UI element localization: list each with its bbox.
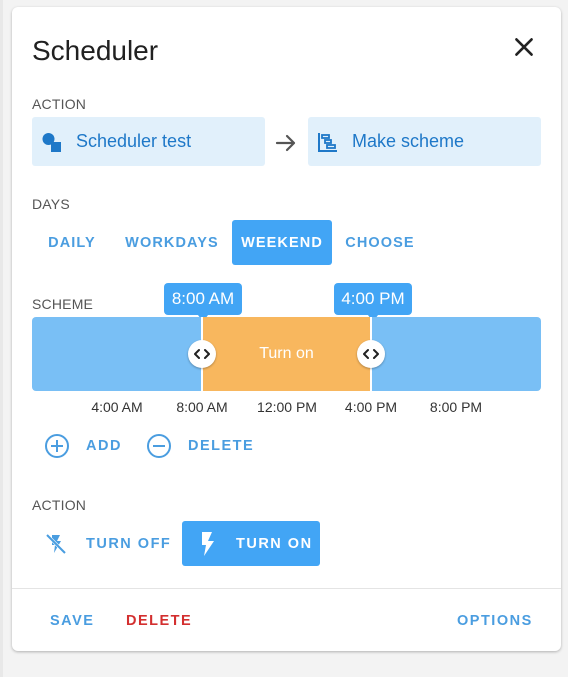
arrow-right-icon xyxy=(275,134,296,152)
time-tick: 4:00 PM xyxy=(344,399,398,415)
turn-on-button[interactable]: TURN ON xyxy=(182,521,320,566)
plus-circle-icon xyxy=(45,434,69,458)
flash-off-icon xyxy=(45,533,67,554)
delete-timeslot-label: DELETE xyxy=(188,438,255,454)
save-button[interactable]: SAVE xyxy=(50,613,94,629)
start-time-bubble: 8:00 AM xyxy=(164,283,242,315)
flash-icon xyxy=(202,531,214,556)
turn-off-label: TURN OFF xyxy=(86,535,172,552)
service-chip[interactable]: Make scheme xyxy=(308,117,541,166)
tab-daily[interactable]: DAILY xyxy=(40,220,104,265)
chevron-left-right-icon xyxy=(363,349,380,359)
days-section-label: DAYS xyxy=(32,196,70,212)
scheduler-dialog: Scheduler ACTION Scheduler test Make sch… xyxy=(12,7,561,651)
time-tick: 8:00 AM xyxy=(176,399,228,415)
add-timeslot-button[interactable]: ADD xyxy=(44,433,122,459)
turn-off-button[interactable]: TURN OFF xyxy=(32,521,178,566)
turn-on-label: TURN ON xyxy=(236,535,313,552)
page-edge xyxy=(0,0,3,677)
start-drag-handle[interactable] xyxy=(187,340,216,368)
chevron-left-right-icon xyxy=(193,349,210,359)
delete-button[interactable]: DELETE xyxy=(126,613,192,629)
entity-chip[interactable]: Scheduler test xyxy=(32,117,265,166)
tab-weekend[interactable]: WEEKEND xyxy=(232,220,332,265)
dialog-title: Scheduler xyxy=(32,35,159,66)
time-tick: 8:00 PM xyxy=(429,399,483,415)
gantt-chart-icon xyxy=(318,132,337,152)
time-tick: 4:00 AM xyxy=(91,399,143,415)
tab-choose[interactable]: CHOOSE xyxy=(338,220,422,265)
end-time-bubble: 4:00 PM xyxy=(334,283,412,315)
minus-circle-icon xyxy=(147,434,171,458)
tab-workdays[interactable]: WORKDAYS xyxy=(118,220,226,265)
entity-chip-label: Scheduler test xyxy=(76,131,192,151)
timeslot-action-label: ACTION xyxy=(32,497,87,513)
time-tick: 12:00 PM xyxy=(257,399,317,415)
scheme-timeline[interactable]: Turn on xyxy=(32,317,541,391)
delete-timeslot-button[interactable]: DELETE xyxy=(146,433,254,459)
timeslot-label: Turn on xyxy=(259,345,314,362)
options-button[interactable]: OPTIONS xyxy=(457,613,533,629)
action-section-label: ACTION xyxy=(32,96,87,112)
shapes-icon xyxy=(42,132,61,152)
footer-divider xyxy=(12,588,561,589)
timeslot-segment[interactable]: Turn on xyxy=(201,317,372,391)
add-timeslot-label: ADD xyxy=(86,438,122,454)
close-icon[interactable] xyxy=(511,34,537,60)
service-chip-label: Make scheme xyxy=(352,131,465,151)
scheme-section-label: SCHEME xyxy=(32,296,94,312)
